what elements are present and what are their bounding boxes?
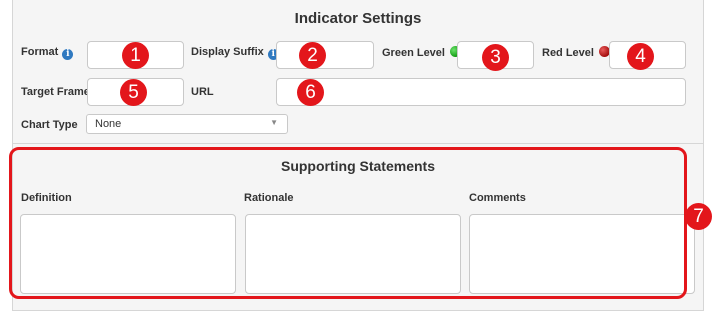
callout-marker-2: 2 [299,42,326,69]
chart-type-select[interactable]: None ▼ [86,114,288,134]
indicator-settings-title: Indicator Settings [294,10,422,27]
red-level-label-text: Red Level [542,47,594,59]
callout-marker-1: 1 [122,42,149,69]
chart-type-selected-value: None [95,118,122,130]
callout-marker-6: 6 [297,79,324,106]
display-suffix-label-text: Display Suffix [191,46,264,58]
chevron-down-icon[interactable]: ▼ [270,118,278,127]
supporting-statements-highlight [9,147,687,299]
url-input[interactable] [276,78,686,106]
format-label-text: Format [21,46,59,58]
target-frame-label: Target Frame [21,86,90,98]
callout-marker-7: 7 [685,203,712,230]
display-suffix-label: Display Suffix i [191,46,279,60]
callout-marker-3: 3 [482,44,509,71]
green-level-label-text: Green Level [382,47,445,59]
callout-marker-5: 5 [120,79,147,106]
red-level-label: Red Level [542,46,610,59]
format-label: Format i [21,46,74,60]
green-level-label: Green Level [382,46,461,59]
callout-marker-4: 4 [627,43,654,70]
section-divider [13,143,703,144]
chart-type-label: Chart Type [21,119,78,131]
info-icon[interactable]: i [62,49,74,60]
url-label: URL [191,86,214,98]
